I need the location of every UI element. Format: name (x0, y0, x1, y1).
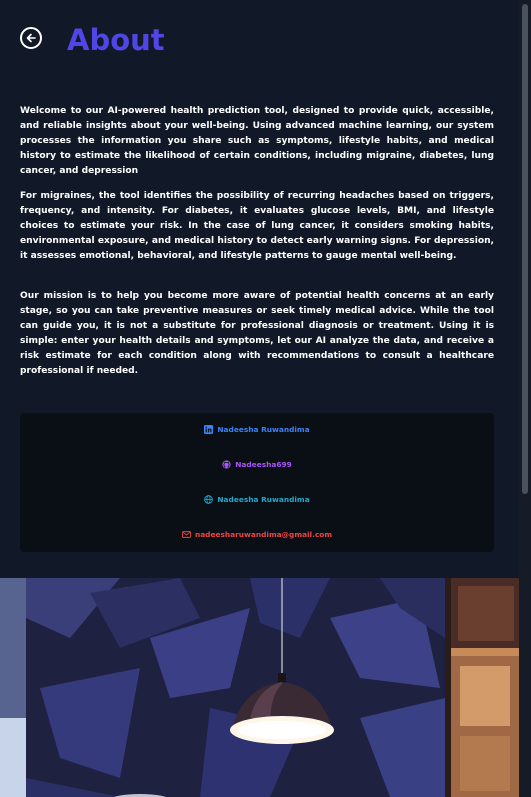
email-label: nadeesharuwandima@gmail.com (194, 530, 333, 539)
about-paragraph-conditions: For migraines, the tool identifies the p… (20, 191, 494, 261)
scrollbar-thumb[interactable] (522, 4, 528, 494)
page-scrollbar[interactable] (519, 0, 531, 797)
contact-card: Nadeesha Ruwandima Nadeesha699 Nadeesha … (20, 413, 494, 552)
github-icon (222, 460, 231, 469)
mail-icon (182, 531, 191, 538)
back-arrow-icon (26, 33, 36, 43)
about-page: About Welcome to our AI-powered health p… (0, 0, 519, 797)
lamp-illustration (0, 578, 519, 797)
about-paragraph-mission: Our mission is to help you become more a… (20, 291, 494, 376)
globe-icon (204, 495, 214, 504)
website-label: Nadeesha Ruwandima (217, 495, 310, 504)
website-link[interactable]: Nadeesha Ruwandima (20, 495, 494, 504)
linkedin-icon (204, 425, 214, 434)
back-button[interactable] (20, 27, 42, 49)
page-title: About (67, 23, 165, 57)
linkedin-label: Nadeesha Ruwandima (217, 425, 310, 434)
hero-image-lamp (0, 578, 519, 797)
about-paragraph-intro: Welcome to our AI-powered health predict… (20, 106, 494, 176)
email-link[interactable]: nadeesharuwandima@gmail.com (20, 530, 494, 539)
linkedin-link[interactable]: Nadeesha Ruwandima (20, 425, 494, 434)
github-link[interactable]: Nadeesha699 (20, 460, 494, 469)
github-label: Nadeesha699 (235, 460, 292, 469)
